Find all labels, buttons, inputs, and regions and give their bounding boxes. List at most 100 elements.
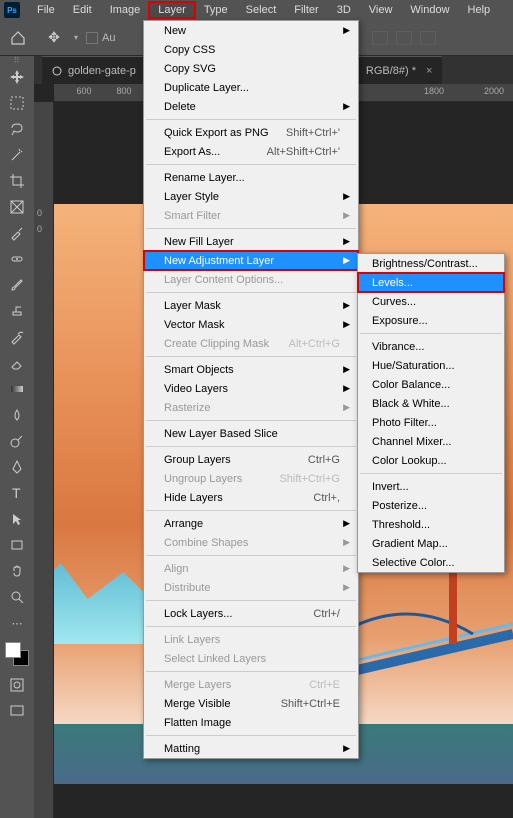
menu-item-video-layers[interactable]: Video Layers▶ (144, 379, 358, 398)
menu-image[interactable]: Image (101, 2, 150, 18)
auto-select-checkbox[interactable] (86, 32, 98, 44)
dodge-tool[interactable] (0, 428, 34, 454)
menu-separator (146, 356, 356, 357)
submenu-item-exposure[interactable]: Exposure... (358, 311, 504, 330)
menu-item-smart-objects[interactable]: Smart Objects▶ (144, 360, 358, 379)
menu-item-new-layer-based-slice[interactable]: New Layer Based Slice (144, 424, 358, 443)
menu-item-flatten-image[interactable]: Flatten Image (144, 713, 358, 732)
hand-tool[interactable] (0, 558, 34, 584)
lasso-tool[interactable] (0, 116, 34, 142)
menu-item-layer-mask[interactable]: Layer Mask▶ (144, 296, 358, 315)
menu-item-hide-layers[interactable]: Hide LayersCtrl+, (144, 488, 358, 507)
gradient-tool[interactable] (0, 376, 34, 402)
menu-view[interactable]: View (360, 2, 402, 18)
brush-tool[interactable] (0, 272, 34, 298)
document-tab[interactable]: RGB/8#) * × (356, 56, 443, 84)
document-tab[interactable]: golden-gate-p (42, 56, 146, 84)
submenu-item-hue-saturation[interactable]: Hue/Saturation... (358, 356, 504, 375)
path-selection-tool[interactable] (0, 506, 34, 532)
menu-item-label: Hide Layers (164, 492, 223, 504)
menu-select[interactable]: Select (237, 2, 286, 18)
menu-item-group-layers[interactable]: Group LayersCtrl+G (144, 450, 358, 469)
menu-item-arrange[interactable]: Arrange▶ (144, 514, 358, 533)
submenu-item-invert[interactable]: Invert... (358, 477, 504, 496)
submenu-item-posterize[interactable]: Posterize... (358, 496, 504, 515)
menu-help[interactable]: Help (459, 2, 500, 18)
menu-item-layer-style[interactable]: Layer Style▶ (144, 187, 358, 206)
menu-item-distribute: Distribute▶ (144, 578, 358, 597)
magic-wand-tool[interactable] (0, 142, 34, 168)
eyedropper-tool[interactable] (0, 220, 34, 246)
menu-item-matting[interactable]: Matting▶ (144, 739, 358, 758)
menu-file[interactable]: File (28, 2, 64, 18)
eraser-tool[interactable] (0, 350, 34, 376)
screen-mode-toggle[interactable] (0, 698, 34, 724)
color-swatches[interactable] (5, 642, 29, 666)
menu-item-quick-export-as-png[interactable]: Quick Export as PNGShift+Ctrl+' (144, 123, 358, 142)
menu-item-rename-layer[interactable]: Rename Layer... (144, 168, 358, 187)
menu-item-vector-mask[interactable]: Vector Mask▶ (144, 315, 358, 334)
vertical-ruler[interactable]: 0 0 (34, 102, 54, 818)
pen-tool[interactable] (0, 454, 34, 480)
align-icon[interactable] (420, 31, 436, 45)
history-brush-tool[interactable] (0, 324, 34, 350)
menu-type[interactable]: Type (195, 2, 237, 18)
zoom-tool[interactable] (0, 584, 34, 610)
menu-item-label: Group Layers (164, 454, 231, 466)
move-tool[interactable] (0, 64, 34, 90)
foreground-color-swatch[interactable] (5, 642, 21, 658)
clone-stamp-tool[interactable] (0, 298, 34, 324)
submenu-item-threshold[interactable]: Threshold... (358, 515, 504, 534)
submenu-item-color-lookup[interactable]: Color Lookup... (358, 451, 504, 470)
submenu-item-selective-color[interactable]: Selective Color... (358, 553, 504, 572)
menu-item-label: Quick Export as PNG (164, 127, 269, 139)
submenu-arrow-icon: ▶ (343, 518, 350, 529)
submenu-item-levels[interactable]: Levels... (358, 273, 504, 292)
submenu-item-curves[interactable]: Curves... (358, 292, 504, 311)
blur-tool[interactable] (0, 402, 34, 428)
menu-item-copy-css[interactable]: Copy CSS (144, 40, 358, 59)
menu-item-new-fill-layer[interactable]: New Fill Layer▶ (144, 232, 358, 251)
type-tool[interactable]: T (0, 480, 34, 506)
more-tools-icon[interactable]: ⋯ (0, 610, 34, 636)
menu-item-delete[interactable]: Delete▶ (144, 97, 358, 116)
menu-shortcut: Shift+Ctrl+E (281, 698, 340, 710)
menu-item-lock-layers[interactable]: Lock Layers...Ctrl+/ (144, 604, 358, 623)
menu-filter[interactable]: Filter (285, 2, 327, 18)
healing-brush-tool[interactable] (0, 246, 34, 272)
menu-layer[interactable]: Layer (149, 2, 195, 18)
submenu-item-photo-filter[interactable]: Photo Filter... (358, 413, 504, 432)
crop-tool[interactable] (0, 168, 34, 194)
toolbar-grip[interactable]: ⠿ (0, 56, 34, 64)
menu-item-merge-visible[interactable]: Merge VisibleShift+Ctrl+E (144, 694, 358, 713)
menu-3d[interactable]: 3D (328, 2, 360, 18)
menu-item-export-as[interactable]: Export As...Alt+Shift+Ctrl+' (144, 142, 358, 161)
submenu-item-black-white[interactable]: Black & White... (358, 394, 504, 413)
photoshop-logo: Ps (4, 2, 20, 18)
chevron-down-icon[interactable]: ▾ (74, 33, 78, 42)
home-icon[interactable] (6, 26, 30, 50)
frame-tool[interactable] (0, 194, 34, 220)
menu-item-new-adjustment-layer[interactable]: New Adjustment Layer▶ (144, 251, 358, 270)
menu-item-link-layers: Link Layers (144, 630, 358, 649)
submenu-item-brightness-contrast[interactable]: Brightness/Contrast... (358, 254, 504, 273)
submenu-item-color-balance[interactable]: Color Balance... (358, 375, 504, 394)
quick-mask-toggle[interactable] (0, 672, 34, 698)
menu-item-duplicate-layer[interactable]: Duplicate Layer... (144, 78, 358, 97)
menu-item-new[interactable]: New▶ (144, 21, 358, 40)
marquee-tool[interactable] (0, 90, 34, 116)
menu-item-copy-svg[interactable]: Copy SVG (144, 59, 358, 78)
submenu-item-vibrance[interactable]: Vibrance... (358, 337, 504, 356)
submenu-item-channel-mixer[interactable]: Channel Mixer... (358, 432, 504, 451)
menu-separator (146, 600, 356, 601)
close-icon[interactable]: × (426, 65, 432, 77)
align-icon[interactable] (396, 31, 412, 45)
rectangle-tool[interactable] (0, 532, 34, 558)
menu-shortcut: Shift+Ctrl+G (279, 473, 340, 485)
submenu-item-gradient-map[interactable]: Gradient Map... (358, 534, 504, 553)
move-tool-icon[interactable]: ✥ (44, 28, 64, 48)
align-icon[interactable] (372, 31, 388, 45)
menu-window[interactable]: Window (401, 2, 458, 18)
submenu-arrow-icon: ▶ (343, 236, 350, 247)
menu-edit[interactable]: Edit (64, 2, 101, 18)
